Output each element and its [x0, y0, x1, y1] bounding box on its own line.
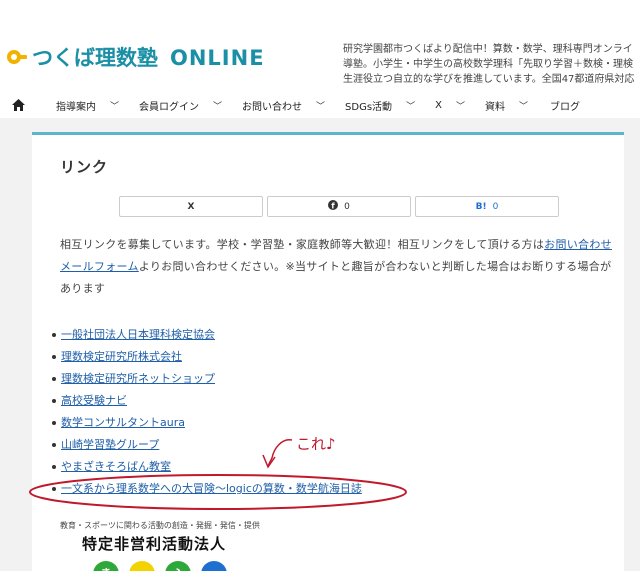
logo-circle	[129, 561, 155, 571]
x-icon: X	[187, 201, 195, 212]
nav-item-contact[interactable]: お問い合わせ ﹀	[242, 98, 325, 113]
list-item: 一文系から理系数学への大冒険〜logicの算数・数学航海日誌	[52, 478, 362, 500]
logo-title: つくば理数塾	[32, 46, 158, 70]
facebook-icon: f	[328, 200, 339, 213]
chevron-down-icon: ﹀	[455, 101, 465, 112]
tagline-line: 生涯役立つ自立的な学びを推進しています。全国47都道府県対応	[343, 74, 635, 85]
intro-text: 相互リンクを募集しています。学校・学習塾・家庭教師等大歓迎！相互リンクをして頂け…	[60, 238, 545, 251]
nav-item-x[interactable]: X ﹀	[435, 99, 465, 112]
chevron-down-icon: ﹀	[316, 101, 326, 112]
list-item: 理数検定研究所株式会社	[52, 346, 362, 368]
bullet	[52, 399, 56, 403]
list-item: 山崎学習塾グループ	[52, 434, 362, 456]
site-header: つくば理数塾 ONLINE 研究学園都市つくばより配信中！算数・数学、理科専門オン…	[0, 0, 640, 90]
logo-circle	[201, 561, 227, 571]
site-logo[interactable]: つくば理数塾 ONLINE	[6, 42, 265, 72]
nav-home[interactable]	[0, 96, 36, 115]
external-link[interactable]: 山崎学習塾グループ	[61, 434, 159, 456]
home-icon	[11, 96, 25, 115]
chevron-down-icon: ﹀	[406, 101, 416, 112]
external-link[interactable]: 理数検定研究所ネットショップ	[61, 368, 215, 390]
share-buttons: X f 0 B! 0	[119, 196, 559, 217]
chevron-down-icon: ﹀	[213, 101, 223, 112]
list-item: やまざきそろばん教室	[52, 456, 362, 478]
bullet	[52, 333, 56, 337]
logo-circle-letter: ふ	[173, 567, 184, 571]
nav-item-blog[interactable]: ブログ	[550, 98, 580, 113]
external-link-highlighted[interactable]: 一文系から理系数学への大冒険〜logicの算数・数学航海日誌	[61, 478, 362, 500]
nav-item-label: お問い合わせ	[242, 101, 303, 113]
bullet	[52, 465, 56, 469]
external-link[interactable]: 数学コンサルタントaura	[61, 412, 185, 434]
intro-paragraph: 相互リンクを募集しています。学校・学習塾・家庭教師等大歓迎！相互リンクをして頂け…	[60, 234, 615, 300]
chevron-down-icon: ﹀	[518, 101, 528, 112]
list-item: 一般社団法人日本理科検定協会	[52, 324, 362, 346]
nav-item-label: ブログ	[549, 101, 580, 113]
bullet	[52, 421, 56, 425]
share-hatena-button[interactable]: B! 0	[415, 196, 559, 217]
nav-item-label: 資料	[484, 101, 505, 113]
external-link[interactable]: 理数検定研究所株式会社	[61, 346, 182, 368]
external-link[interactable]: 一般社団法人日本理科検定協会	[61, 324, 215, 346]
site-tagline: 研究学園都市つくばより配信中！算数・数学、理科専門オンライ 導塾。小学生・中学生…	[343, 42, 640, 87]
tagline-line: 導塾。小学生・中学生の高校数学理科「先取り学習＋数検・理検	[343, 59, 633, 70]
bullet	[52, 355, 56, 359]
nav-item-label: 会員ログイン	[139, 101, 200, 113]
list-item: 数学コンサルタントaura	[52, 412, 362, 434]
tagline-line: 研究学園都市つくばより配信中！算数・数学、理科専門オンライ	[343, 44, 633, 55]
list-item: 高校受験ナビ	[52, 390, 362, 412]
share-x-button[interactable]: X	[119, 196, 263, 217]
bullet	[52, 487, 56, 491]
share-count: 0	[344, 201, 350, 212]
svg-text:f: f	[331, 202, 335, 211]
nav-item-label: SDGs活動	[345, 101, 393, 113]
org-logo-circles: き ふ	[93, 561, 227, 571]
sub-caption: 教育・スポーツに関わる活動の創造・発掘・発信・提供	[60, 521, 260, 530]
share-facebook-button[interactable]: f 0	[267, 196, 411, 217]
org-heading: 特定非営利活動法人	[82, 535, 227, 553]
link-list: 一般社団法人日本理科検定協会 理数検定研究所株式会社 理数検定研究所ネットショッ…	[52, 324, 362, 500]
nav-item-login[interactable]: 会員ログイン ﹀	[139, 98, 222, 113]
nav-item-sdgs[interactable]: SDGs活動 ﹀	[345, 98, 415, 113]
nav-item-materials[interactable]: 資料 ﹀	[485, 98, 528, 113]
intro-text: よりお問い合わせください。※当サイトと趣旨が合わないと判断した場合はお断りする場…	[60, 260, 612, 295]
nav-item-label: X	[435, 99, 442, 111]
bullet	[52, 377, 56, 381]
chevron-down-icon: ﹀	[110, 101, 120, 112]
hatena-bookmark-icon: B!	[475, 201, 487, 212]
main-nav: 指導案内 ﹀ 会員ログイン ﹀ お問い合わせ ﹀ SDGs活動 ﹀ X ﹀ 資料 ﹀ ブログ	[0, 92, 640, 118]
external-link[interactable]: やまざきそろばん教室	[61, 456, 171, 478]
logo-suffix: ONLINE	[170, 46, 265, 70]
lightbulb-icon	[6, 47, 28, 67]
external-link[interactable]: 高校受験ナビ	[61, 390, 127, 412]
share-count: 0	[492, 201, 499, 212]
logo-circle-letter: き	[101, 567, 112, 571]
bullet	[52, 443, 56, 447]
nav-item-label: 指導案内	[56, 101, 96, 113]
page-title: リンク	[60, 158, 109, 176]
list-item: 理数検定研究所ネットショップ	[52, 368, 362, 390]
nav-item-guide[interactable]: 指導案内 ﹀	[56, 98, 119, 113]
